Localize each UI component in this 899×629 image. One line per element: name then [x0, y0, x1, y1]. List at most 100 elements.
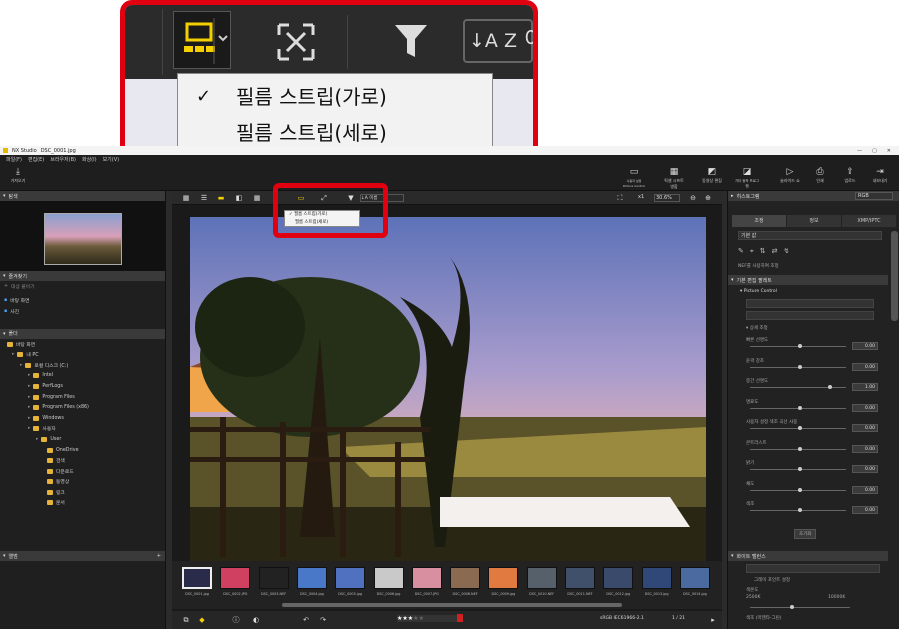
filmstrip-thumb[interactable]: [526, 567, 557, 589]
compare-view-icon[interactable]: ◧: [235, 194, 243, 202]
tab-adjust[interactable]: 조정: [732, 215, 786, 227]
expand-icon[interactable]: ▸: [28, 384, 30, 389]
adjust-slider[interactable]: [750, 364, 846, 369]
grid-view-icon[interactable]: ▦: [182, 194, 190, 202]
filmstrip-thumb[interactable]: [565, 567, 595, 589]
folder-item[interactable]: 다운로드: [0, 466, 165, 477]
adjust-value[interactable]: 0.00: [852, 424, 878, 432]
multi-view-icon[interactable]: ▦: [253, 194, 261, 202]
adjust-slider[interactable]: [750, 426, 846, 430]
maximize-button[interactable]: ▢: [872, 148, 877, 154]
preset-select[interactable]: 기본 값: [738, 231, 882, 240]
thumbnail-panel-header[interactable]: ▾ 탐색: [0, 191, 165, 201]
menu-file[interactable]: 파일(F): [6, 156, 22, 163]
tab-xmp[interactable]: XMP/IPTC: [842, 215, 896, 227]
fullscreen-icon[interactable]: ⛶: [616, 194, 624, 202]
label-icon[interactable]: ◆: [198, 616, 206, 624]
filmstrip-scrollbar[interactable]: [282, 603, 622, 607]
slideshow-button[interactable]: ▷ 슬라이드 쇼: [778, 166, 802, 184]
folder-item[interactable]: 문서: [0, 498, 165, 509]
next-icon[interactable]: ▸: [709, 616, 717, 624]
flag-icon[interactable]: [457, 614, 463, 622]
expand-icon[interactable]: ▸: [28, 373, 30, 378]
menu-view[interactable]: 보기(V): [103, 156, 120, 163]
rating-stars[interactable]: ★★★★★: [397, 615, 457, 622]
minimize-button[interactable]: —: [857, 148, 862, 154]
expand-icon[interactable]: ▸: [28, 426, 30, 431]
copy-icon[interactable]: ⧉: [182, 616, 190, 624]
upload-button[interactable]: ⇪ 업로드: [838, 166, 862, 184]
picture-control-sub-select[interactable]: [746, 311, 874, 320]
filmstrip-thumb[interactable]: [411, 567, 442, 589]
sort-button[interactable]: ↓A Z 이...: [463, 19, 533, 63]
fit-screen-icon[interactable]: [275, 21, 317, 63]
adjust-value[interactable]: 0.00: [852, 506, 878, 514]
adjust-slider[interactable]: [750, 508, 846, 512]
adjust-slider[interactable]: [750, 344, 846, 348]
wb-select[interactable]: [746, 564, 880, 573]
adjust-slider[interactable]: [750, 405, 846, 410]
movie-edit-button[interactable]: ◩ 동영상 편집: [700, 166, 724, 184]
menu-item-filmstrip-horizontal[interactable]: ✓ 필름 스트립(가로): [178, 81, 494, 113]
expand-icon[interactable]: ▸: [36, 437, 38, 442]
filmstrip-thumb[interactable]: [182, 567, 212, 589]
filmstrip-thumb[interactable]: [603, 567, 634, 589]
import-button[interactable]: ⤓ 가져오기: [6, 166, 30, 184]
adjust-value[interactable]: 1.00: [852, 383, 878, 391]
filmstrip-thumb[interactable]: [641, 567, 672, 589]
adjust-slider[interactable]: [750, 446, 846, 451]
right-scrollbar[interactable]: [891, 231, 898, 321]
folder-item[interactable]: ▸ Intel: [0, 371, 165, 382]
info-icon[interactable]: ⓘ: [232, 616, 240, 624]
print-button[interactable]: ⎙ 인쇄: [808, 166, 832, 184]
rotate-right-icon[interactable]: ↷: [319, 616, 327, 624]
folder-item[interactable]: ▸ 내 PC: [0, 349, 165, 360]
filmstrip-thumb[interactable]: [450, 567, 481, 589]
nef-checkbox-label[interactable]: NEF를 사용하여 조정: [738, 263, 779, 269]
add-album-icon[interactable]: +: [157, 553, 165, 559]
picture-control-button[interactable]: ▭ 사용자 설정 Picture Control: [622, 166, 646, 188]
histogram-header[interactable]: ▸ 히스토그램 RGB: [728, 191, 899, 201]
menu-item-filmstrip-vertical[interactable]: 필름 스트립(세로): [178, 117, 494, 149]
expand-icon[interactable]: ▸: [28, 395, 30, 400]
expand-icon[interactable]: ▸: [20, 363, 22, 368]
gray-point-label[interactable]: 그레이 포인트 설정: [754, 577, 790, 583]
tab-info[interactable]: 정보: [787, 215, 841, 227]
wb-slider[interactable]: [750, 605, 850, 609]
small-menu-item-vertical[interactable]: 필름 스트립(세로): [285, 219, 359, 227]
folder-item[interactable]: ▸ PerfLogs: [0, 381, 165, 392]
star-icon[interactable]: ★: [419, 615, 424, 622]
add-favorite[interactable]: + 대상 붙이기: [4, 281, 165, 292]
filmstrip-thumb[interactable]: [258, 567, 289, 589]
white-balance-header[interactable]: ▾ 화이트 밸런스: [728, 551, 888, 561]
adjust-value[interactable]: 0.00: [852, 485, 878, 494]
album-header[interactable]: ▾ 앨범 +: [0, 551, 165, 561]
expand-icon[interactable]: ▸: [28, 416, 30, 421]
adjust-slider[interactable]: [750, 385, 846, 389]
filmstrip-thumb[interactable]: [679, 567, 710, 589]
export-button[interactable]: ⇥ 내보내기: [868, 166, 892, 184]
filmstrip-thumb[interactable]: [220, 567, 251, 589]
adjust-value[interactable]: 0.00: [852, 465, 878, 473]
compare-icon[interactable]: ◐: [252, 616, 260, 624]
close-button[interactable]: ✕: [887, 148, 891, 154]
zoom-in-icon[interactable]: ⊕: [704, 194, 712, 202]
other-programs-button[interactable]: ◪ 기타 동작 프로그램: [735, 166, 759, 188]
adjust-tool-icons[interactable]: ✎⌖⇅⇄↯: [738, 247, 795, 256]
adjust-value[interactable]: 0.00: [852, 403, 878, 412]
folders-header[interactable]: ▾ 폴더: [0, 328, 165, 339]
zoom-factor[interactable]: x1: [638, 194, 644, 200]
adjust-slider[interactable]: [750, 487, 846, 492]
filmstrip-thumb[interactable]: [296, 567, 327, 589]
adjust-value[interactable]: 0.00: [852, 444, 878, 453]
menu-image[interactable]: 화상(I): [82, 156, 97, 163]
folder-item[interactable]: 동영상: [0, 477, 165, 488]
folder-item[interactable]: 바탕 화면: [0, 339, 165, 350]
expand-icon[interactable]: ▸: [28, 405, 30, 410]
zoom-percent[interactable]: 30.6%: [654, 194, 680, 202]
pixel-shift-button[interactable]: ▦ 픽셀 시프트 병합: [662, 166, 686, 190]
rotate-left-icon[interactable]: ↶: [302, 616, 310, 624]
filter-icon[interactable]: [393, 21, 429, 61]
list-view-icon[interactable]: ☰: [200, 194, 208, 202]
zoom-out-icon[interactable]: ⊖: [689, 194, 697, 202]
